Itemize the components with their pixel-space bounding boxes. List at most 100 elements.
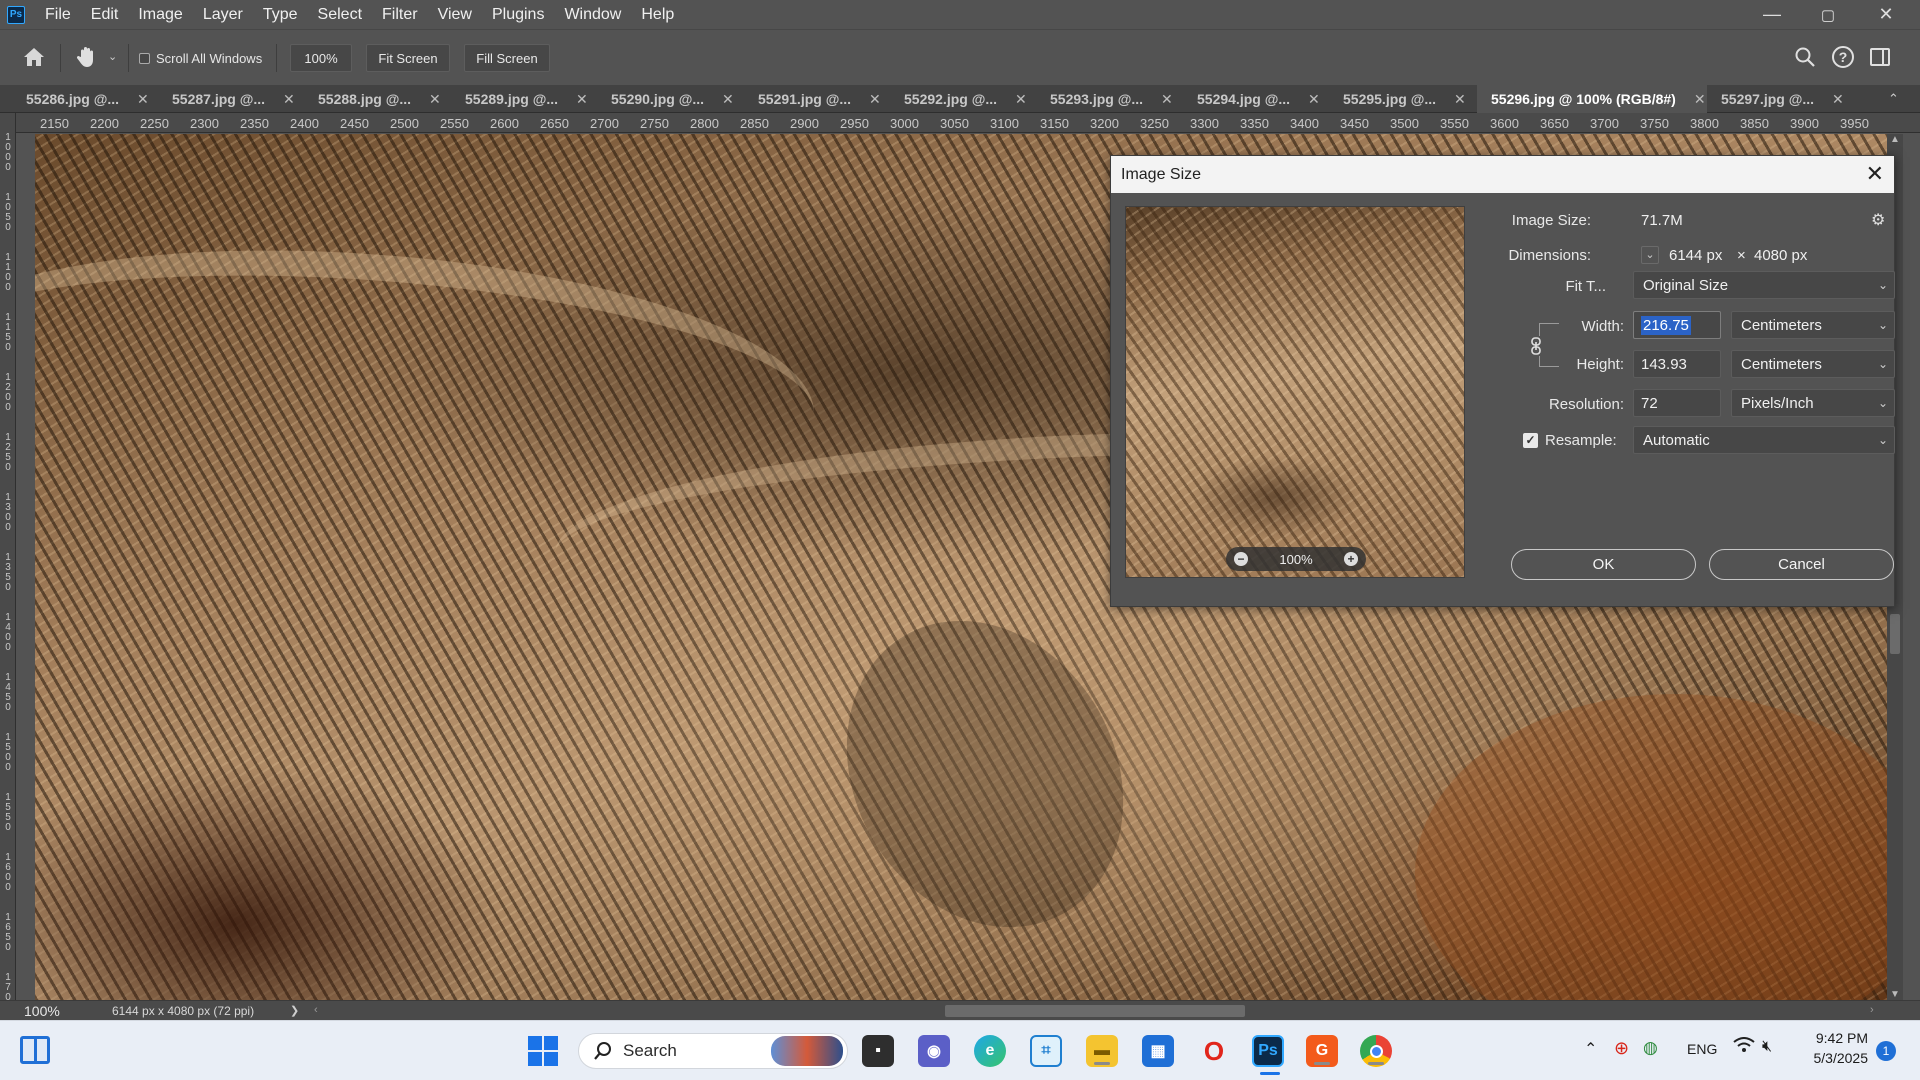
close-tab-icon[interactable]: ✕ (283, 91, 295, 108)
microsoft-store-icon[interactable]: ▦ (1142, 1035, 1174, 1067)
height-unit-dropdown[interactable]: Centimeters ⌄ (1731, 350, 1895, 378)
tab-55297[interactable]: 55297.jpg @... ✕ (1707, 85, 1851, 113)
tray-overflow-icon[interactable]: ⌃ (1584, 1039, 1597, 1059)
height-input[interactable]: 143.93 (1633, 350, 1721, 378)
close-tab-icon[interactable]: ✕ (1694, 91, 1706, 108)
resample-checkbox[interactable]: ✓ (1523, 433, 1538, 448)
taskbar-search[interactable]: Search (578, 1033, 848, 1069)
tab-55289[interactable]: 55289.jpg @... ✕ (451, 85, 595, 113)
ruler-tick-label: 3250 (1140, 116, 1169, 131)
image-preview[interactable]: − 100% + (1125, 206, 1465, 578)
close-tab-icon[interactable]: ✕ (1454, 91, 1466, 108)
menu-layer[interactable]: Layer (193, 0, 253, 29)
fill-screen-button[interactable]: Fill Screen (464, 44, 550, 72)
search-icon[interactable] (1794, 46, 1816, 72)
close-tab-icon[interactable]: ✕ (137, 91, 149, 108)
menu-window[interactable]: Window (554, 0, 631, 29)
zoom-100-button[interactable]: 100% (290, 44, 352, 72)
zoom-in-icon[interactable]: + (1344, 552, 1358, 566)
horizontal-scrollbar-thumb[interactable] (945, 1005, 1245, 1017)
start-windows-icon[interactable] (528, 1036, 558, 1066)
volume-muted-icon[interactable]: 🔇︎ (1762, 1038, 1772, 1056)
link-chain-icon[interactable] (1529, 336, 1543, 356)
help-icon[interactable]: ? (1832, 46, 1854, 68)
close-tab-icon[interactable]: ✕ (869, 91, 881, 108)
ruler-tick-label: 2950 (840, 116, 869, 131)
scroll-right-icon[interactable]: › (1870, 1004, 1874, 1016)
width-input[interactable]: 216.75 (1633, 311, 1721, 339)
close-window-button[interactable]: ✕ (1858, 0, 1914, 29)
home-icon[interactable] (22, 46, 46, 72)
chevron-down-icon: ⌄ (1877, 396, 1888, 410)
close-tab-icon[interactable]: ✕ (1308, 91, 1320, 108)
dialog-title-bar[interactable]: Image Size ✕ (1111, 156, 1894, 193)
settings-gear-icon[interactable]: ⚙ (1871, 210, 1885, 230)
menu-bar: Ps File Edit Image Layer Type Select Fil… (0, 0, 1920, 29)
dimensions-chevron-icon[interactable]: ⌄ (1641, 246, 1659, 264)
network-globe-tray-icon[interactable]: ◍ (1643, 1038, 1658, 1058)
tab-overflow-icon[interactable]: ⌃ (1888, 91, 1899, 107)
chrome-browser-icon[interactable] (1360, 1035, 1392, 1067)
status-zoom[interactable]: 100% (24, 1003, 60, 1019)
notification-badge[interactable]: 1 (1876, 1041, 1896, 1061)
snipping-tool-icon[interactable]: ⌗ (1030, 1035, 1062, 1067)
tab-55290[interactable]: 55290.jpg @... ✕ (597, 85, 741, 113)
tab-55291[interactable]: 55291.jpg @... ✕ (744, 85, 888, 113)
dialog-close-button[interactable]: ✕ (1866, 161, 1884, 187)
file-explorer-icon[interactable]: ▬ (1086, 1035, 1118, 1067)
tab-55286[interactable]: 55286.jpg @... ✕ (12, 85, 156, 113)
tab-55296-active[interactable]: 55296.jpg @ 100% (RGB/8#) ✕ (1477, 85, 1707, 113)
menu-select[interactable]: Select (308, 0, 372, 29)
tab-55292[interactable]: 55292.jpg @... ✕ (890, 85, 1034, 113)
tab-55288[interactable]: 55288.jpg @... ✕ (304, 85, 448, 113)
widgets-icon[interactable] (20, 1036, 50, 1064)
task-view-icon[interactable]: ▪ (862, 1035, 894, 1067)
maximize-button[interactable]: ▢ (1800, 0, 1856, 29)
resolution-input[interactable]: 72 (1633, 389, 1721, 417)
opera-browser-icon[interactable]: O (1198, 1035, 1230, 1067)
workspace-icon[interactable] (1870, 48, 1890, 66)
close-tab-icon[interactable]: ✕ (429, 91, 441, 108)
minimize-button[interactable]: — (1744, 0, 1800, 29)
chevron-down-icon[interactable]: ⌄ (108, 50, 117, 63)
menu-file[interactable]: File (35, 0, 81, 29)
close-tab-icon[interactable]: ✕ (576, 91, 588, 108)
status-menu-arrow[interactable]: ❯ (290, 1004, 299, 1017)
zoom-out-icon[interactable]: − (1234, 552, 1248, 566)
hand-tool-icon[interactable] (76, 45, 98, 73)
menu-edit[interactable]: Edit (81, 0, 129, 29)
chat-icon[interactable]: ◉ (918, 1035, 950, 1067)
brave-browser-icon[interactable]: G (1306, 1035, 1338, 1067)
cancel-button[interactable]: Cancel (1709, 549, 1894, 580)
close-tab-icon[interactable]: ✕ (722, 91, 734, 108)
clock-date[interactable]: 5/3/2025 (1806, 1050, 1869, 1066)
width-unit-dropdown[interactable]: Centimeters ⌄ (1731, 311, 1895, 339)
photoshop-taskbar-icon[interactable]: Ps (1252, 1035, 1284, 1075)
close-tab-icon[interactable]: ✕ (1015, 91, 1027, 108)
close-tab-icon[interactable]: ✕ (1161, 91, 1173, 108)
scroll-all-windows-checkbox[interactable] (139, 53, 150, 64)
close-tab-icon[interactable]: ✕ (1832, 91, 1844, 108)
ok-button[interactable]: OK (1511, 549, 1696, 580)
tab-55295[interactable]: 55295.jpg @... ✕ (1329, 85, 1473, 113)
menu-plugins[interactable]: Plugins (482, 0, 554, 29)
fit-screen-button[interactable]: Fit Screen (366, 44, 450, 72)
wifi-icon[interactable] (1733, 1037, 1755, 1058)
menu-filter[interactable]: Filter (372, 0, 428, 29)
menu-type[interactable]: Type (253, 0, 308, 29)
vpn-tray-icon[interactable]: ⊕ (1614, 1038, 1629, 1059)
edge-browser-icon[interactable]: e (974, 1035, 1006, 1067)
height-unit-value: Centimeters (1741, 355, 1822, 373)
tab-55293[interactable]: 55293.jpg @... ✕ (1036, 85, 1180, 113)
fit-to-dropdown[interactable]: Original Size ⌄ (1633, 271, 1895, 299)
resample-dropdown[interactable]: Automatic ⌄ (1633, 426, 1895, 454)
clock-time[interactable]: 9:42 PM (1806, 1030, 1868, 1046)
menu-view[interactable]: View (428, 0, 482, 29)
scroll-left-icon[interactable]: ‹ (314, 1004, 318, 1016)
tab-55287[interactable]: 55287.jpg @... ✕ (158, 85, 302, 113)
resolution-unit-dropdown[interactable]: Pixels/Inch ⌄ (1731, 389, 1895, 417)
language-indicator[interactable]: ENG (1687, 1041, 1717, 1057)
menu-help[interactable]: Help (631, 0, 684, 29)
tab-55294[interactable]: 55294.jpg @... ✕ (1183, 85, 1327, 113)
menu-image[interactable]: Image (128, 0, 192, 29)
